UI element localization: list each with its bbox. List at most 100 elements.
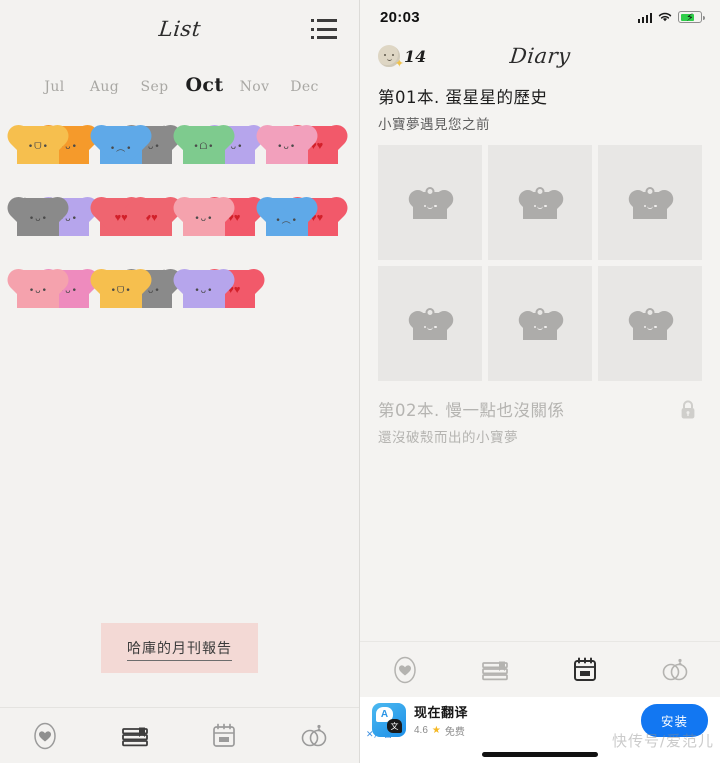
ad-banner[interactable]: ✕广告 A 文 现在翻译 4.6 ★ 免费 安装	[360, 697, 720, 743]
rings-icon	[662, 658, 688, 680]
diary-screen: 20:03 ⚡ ✦ 14 Diary 第01本. 蛋星星的歷史 小寶夢遇見您之前…	[360, 0, 720, 763]
month-tab-aug[interactable]: Aug	[80, 79, 130, 95]
list-icon[interactable]	[311, 19, 339, 39]
ad-price: 免费	[444, 727, 465, 738]
nav-heart-egg[interactable]	[19, 716, 71, 756]
book-01-subtitle: 小寶夢遇見您之前	[378, 117, 490, 133]
page-title: List	[157, 17, 202, 41]
heart-pair-grid: •ᴗ• •ᗜ• •ᴗ• •︵• •ᴗ• •ᗝ• ♥♥ •ᴗ• •ᴗ• •ᴗ• ♥♥ ♥♥ ♥♥ •ᴗ• ♥♥…	[0, 100, 359, 310]
heart-pair[interactable]: •ᴗ• •ᴗ•	[17, 266, 93, 310]
heart-face: •ᴗ•	[277, 142, 297, 152]
star-icon: ★	[431, 725, 441, 736]
list-screen: List Jul Aug Sep Oct Nov Dec •ᴗ• •ᗜ• •ᴗ• •︵…	[0, 0, 360, 763]
egg-counter[interactable]: ✦ 14	[378, 45, 427, 70]
heart-left: ♥♥	[100, 198, 143, 236]
heart-face: •ᴗ•	[194, 214, 214, 224]
status-bar: 20:03 ⚡	[360, 0, 720, 34]
nav-rings[interactable]	[288, 716, 340, 756]
battery-charging-icon: ⚡	[678, 11, 705, 24]
heart-pair[interactable]: •ᴗ• •︵•	[100, 122, 176, 166]
mini-heart-eyes-icon: ♥♥	[114, 212, 128, 224]
books-icon	[121, 727, 148, 746]
egg-cell[interactable]	[598, 145, 702, 260]
month-selector[interactable]: Jul Aug Sep Oct Nov Dec	[0, 58, 359, 100]
egg-avatar-icon: ✦	[378, 45, 404, 70]
book-02-section[interactable]: 第02本. 慢一點也沒關係 還沒破殼而出的小寶夢	[360, 381, 720, 446]
heart-pair[interactable]: •ᴗ• •ᴗ•	[17, 194, 93, 238]
bottom-nav-left	[0, 707, 359, 763]
heart-left: •ᴗ•	[182, 270, 225, 308]
heart-left: •ᴗ•	[182, 198, 225, 236]
nav-calendar[interactable]	[198, 716, 250, 756]
heart-pair[interactable]: •ᴗ• •ᗜ•	[17, 122, 93, 166]
heart-face: •ᴗ•	[28, 286, 48, 296]
book-01-title: 第01本. 蛋星星的歷史	[378, 88, 548, 107]
heart-pair[interactable]: •ᴗ• •ᗝ•	[182, 122, 259, 166]
heart-left: •ᗜ•	[17, 126, 60, 164]
books-icon	[482, 661, 508, 680]
book-02-title: 第02本. 慢一點也沒關係	[378, 401, 565, 420]
egg-cell[interactable]	[488, 266, 592, 381]
translate-app-icon: A 文	[372, 703, 406, 737]
ad-title: 现在翻译	[414, 705, 469, 720]
month-tab-dec[interactable]: Dec	[280, 79, 330, 95]
status-indicators: ⚡	[637, 11, 705, 24]
nav-books[interactable]	[109, 716, 161, 756]
heart-charm-icon	[523, 307, 557, 340]
ad-icon-letter-cn: 文	[387, 719, 402, 733]
heart-left: •ᴗ•	[17, 195, 60, 236]
home-indicator[interactable]	[482, 752, 598, 757]
status-clock: 20:03	[380, 8, 420, 26]
cellular-icon	[637, 12, 652, 23]
egg-cell[interactable]	[598, 266, 702, 381]
diary-title: Diary	[508, 44, 572, 68]
month-tab-nov[interactable]: Nov	[230, 79, 280, 95]
rings-icon	[301, 724, 327, 746]
nav-rings[interactable]	[649, 650, 701, 690]
heart-egg-icon	[34, 722, 56, 749]
month-tab-sep[interactable]: Sep	[130, 79, 180, 95]
heart-pair[interactable]: •ᴗ• •ᗜ•	[100, 266, 176, 310]
bottom-nav-right	[360, 641, 720, 697]
install-button[interactable]: 安装	[640, 703, 708, 737]
heart-face: •︵•	[109, 143, 133, 154]
book-02-subtitle: 還沒破殼而出的小寶夢	[378, 430, 518, 446]
egg-cell[interactable]	[488, 145, 592, 260]
heart-face: •ᴗ•	[28, 214, 48, 224]
egg-cell[interactable]	[378, 266, 482, 381]
month-tab-jul[interactable]: Jul	[30, 79, 80, 95]
heart-pair[interactable]: ♥♥ •ᴗ•	[265, 122, 342, 166]
heart-pair[interactable]: ♥♥ ♥♥	[100, 194, 176, 238]
heart-pair[interactable]: ♥♥ •ᴗ•	[182, 266, 259, 310]
lock-icon	[678, 399, 698, 426]
home-indicator-area	[360, 743, 720, 763]
month-tab-oct[interactable]: Oct	[180, 74, 230, 96]
star-icon: ✦	[394, 58, 404, 70]
egg-cell[interactable]	[378, 145, 482, 260]
nav-calendar[interactable]	[559, 650, 611, 690]
heart-egg-icon	[394, 656, 416, 683]
monthly-report-button[interactable]: 哈庫的月刊報告	[101, 623, 258, 673]
heart-face: •ᴗ•	[194, 286, 214, 296]
ad-rating: 4.6	[414, 725, 428, 736]
heart-left: •︵•	[100, 126, 143, 164]
egg-cell-grid	[378, 145, 702, 381]
heart-face: •︵•	[275, 215, 298, 226]
heart-pair[interactable]: ♥♥ •︵•	[265, 194, 342, 238]
heart-face: •ᗜ•	[110, 286, 132, 296]
egg-count-value: 14	[404, 46, 427, 66]
heart-pair[interactable]: ♥♥ •ᴗ•	[182, 194, 259, 238]
list-header: List	[0, 0, 359, 58]
heart-charm-icon	[633, 186, 667, 219]
heart-charm-icon	[523, 186, 557, 219]
calendar-icon	[213, 723, 236, 747]
nav-heart-egg[interactable]	[379, 650, 431, 690]
ad-text-block: 现在翻译 4.6 ★ 免费	[414, 702, 633, 738]
ad-meta: 4.6 ★ 免费	[414, 723, 633, 738]
nav-books[interactable]	[469, 650, 521, 690]
diary-header: ✦ 14 Diary	[360, 34, 720, 78]
heart-left: •︵•	[265, 198, 308, 236]
heart-charm-icon	[413, 186, 447, 219]
wifi-icon	[658, 12, 672, 22]
dual-screenshot: List Jul Aug Sep Oct Nov Dec •ᴗ• •ᗜ• •ᴗ• •︵…	[0, 0, 720, 763]
